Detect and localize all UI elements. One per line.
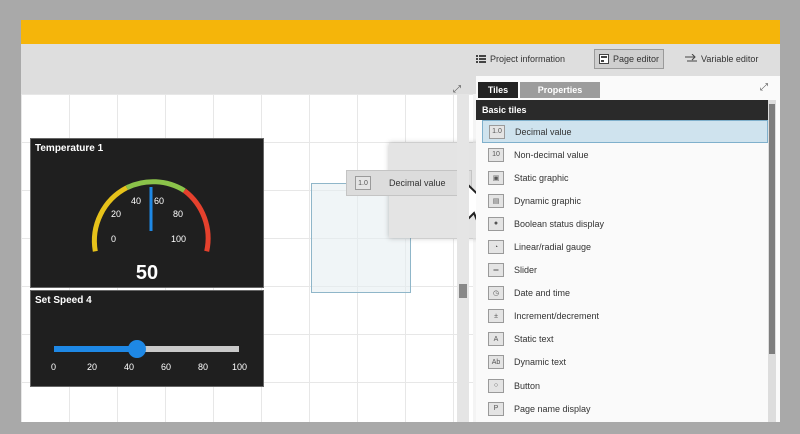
canvas-scrollbar-thumb[interactable]	[459, 284, 467, 298]
clock-icon: ◷	[488, 286, 504, 301]
tile-item-label: Linear/radial gauge	[514, 242, 592, 253]
slider-tick-20: 20	[87, 362, 98, 372]
slider-tick-0: 0	[51, 362, 57, 372]
dynamic-text-icon: Ab	[488, 355, 504, 370]
dragged-tile-item[interactable]: 1.0 Decimal value	[346, 170, 472, 196]
tile-item-static-graphic[interactable]: ▣ Static graphic	[482, 166, 768, 189]
basic-tiles-label: Basic tiles	[482, 105, 527, 115]
gauge-tick-60: 60	[154, 196, 165, 206]
tile-item-decimal-value[interactable]: 1.0 Decimal value	[482, 120, 768, 144]
tile-item-label: Static text	[514, 334, 554, 345]
tiles-list: 1.0 Decimal value 10 Non-decimal value ▣ St…	[482, 120, 768, 420]
increment-icon: ±	[488, 309, 504, 324]
basic-tiles-header[interactable]: Basic tiles	[476, 100, 768, 120]
tile-item-gauge[interactable]: ◔ Linear/radial gauge	[482, 235, 768, 258]
gauge-tick-80: 80	[173, 209, 184, 219]
tile-item-date-and-time[interactable]: ◷ Date and time	[482, 282, 768, 305]
static-graphic-icon: ▣	[488, 170, 504, 185]
list-icon	[476, 55, 486, 63]
tile-item-page-name-display[interactable]: P Page name display	[482, 397, 768, 420]
temperature-value: 50	[135, 262, 159, 284]
variable-editor-button[interactable]: Variable editor	[685, 50, 758, 68]
top-bar	[21, 20, 780, 44]
boolean-status-icon: ●	[488, 216, 504, 231]
canvas-scrollbar[interactable]	[457, 94, 469, 422]
project-information-button[interactable]: Project information	[476, 50, 565, 68]
tile-item-label: Static graphic	[514, 172, 569, 183]
gauge-icon: ◔	[488, 240, 504, 255]
decimal-value-drag-icon: 1.0	[355, 176, 371, 190]
tile-item-boolean-status[interactable]: ● Boolean status display	[482, 212, 768, 235]
button-icon: ○	[488, 378, 504, 393]
gauge-tick-40: 40	[131, 196, 142, 206]
set-speed-tile[interactable]: Set Speed 4 0 20 40 60 80 100	[30, 290, 264, 387]
page-editor-button[interactable]: Page editor	[594, 49, 665, 69]
tile-item-dynamic-text[interactable]: Ab Dynamic text	[482, 351, 768, 374]
page-name-icon: P	[488, 401, 504, 416]
slider-tick-40: 40	[124, 362, 135, 372]
variable-editor-label: Variable editor	[701, 54, 759, 64]
tile-item-label: Increment/decrement	[514, 311, 600, 322]
slider-track[interactable]	[54, 340, 239, 358]
slider-tick-80: 80	[198, 362, 209, 372]
slider-tick-60: 60	[161, 362, 172, 372]
tab-properties[interactable]: Properties	[520, 82, 600, 98]
expand-panel-icon[interactable]: ⤢	[760, 82, 768, 93]
slider-icon: ═	[488, 263, 504, 278]
tile-item-label: Boolean status display	[514, 218, 605, 229]
slider-fill	[54, 346, 138, 352]
set-speed-tile-title: Set Speed 4	[35, 295, 92, 306]
static-text-icon: A	[488, 332, 504, 347]
decimal-value-icon: 1.0	[489, 124, 505, 139]
page-editor-icon	[599, 54, 609, 64]
tile-item-label: Dynamic graphic	[514, 195, 582, 206]
tile-item-label: Decimal value	[515, 126, 572, 137]
tile-item-label: Page name display	[514, 403, 591, 414]
tile-item-dynamic-graphic[interactable]: ▤ Dynamic graphic	[482, 189, 768, 212]
slider-knob[interactable]	[128, 340, 147, 358]
tile-item-slider[interactable]: ═ Slider	[482, 259, 768, 282]
app-window: Project information Page editor Variable…	[21, 20, 780, 422]
tile-item-non-decimal-value[interactable]: 10 Non-decimal value	[482, 143, 768, 166]
gauge-tick-100: 100	[171, 234, 187, 244]
temperature-tile[interactable]: Temperature 1 0 20 40 60 80 100 50	[30, 138, 264, 288]
tile-item-button[interactable]: ○ Button	[482, 374, 768, 397]
panel-scrollbar-thumb[interactable]	[769, 104, 775, 354]
dynamic-graphic-icon: ▤	[488, 193, 504, 208]
tiles-panel: ⤢ Tiles Properties Basic tiles 1.0 Decima…	[476, 76, 780, 422]
slider-tick-100: 100	[232, 362, 248, 372]
tile-item-static-text[interactable]: A Static text	[482, 328, 768, 351]
panel-scrollbar[interactable]	[768, 100, 776, 422]
tile-item-label: Button	[514, 380, 541, 391]
gauge-tick-0: 0	[111, 234, 117, 244]
swap-arrows-icon	[685, 54, 697, 62]
dragged-tile-label: Decimal value	[389, 178, 446, 188]
tab-tiles[interactable]: Tiles	[478, 82, 518, 98]
tile-item-increment-decrement[interactable]: ± Increment/decrement	[482, 305, 768, 328]
tile-item-label: Date and time	[514, 288, 571, 299]
tile-item-label: Dynamic text	[514, 357, 567, 368]
tile-item-label: Slider	[514, 265, 538, 276]
non-decimal-value-icon: 10	[488, 147, 504, 162]
gauge-tick-20: 20	[111, 209, 122, 219]
page-editor-label: Page editor	[613, 54, 660, 64]
project-information-label: Project information	[490, 54, 566, 64]
tile-item-label: Non-decimal value	[514, 149, 589, 160]
